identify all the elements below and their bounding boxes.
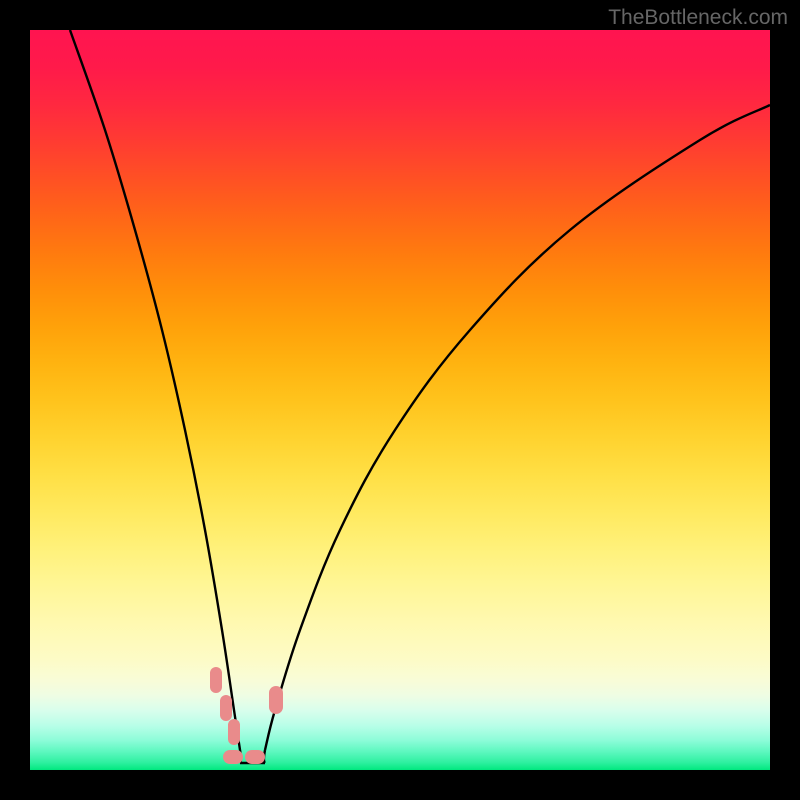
marker-2 <box>228 719 240 745</box>
curve-left-branch <box>70 30 240 750</box>
marker-5 <box>269 686 283 714</box>
curve-markers <box>210 667 283 764</box>
bottleneck-curve <box>70 30 770 763</box>
curve-layer <box>30 30 770 770</box>
marker-4 <box>245 750 265 764</box>
plot-area <box>30 30 770 770</box>
curve-right-branch <box>265 105 770 750</box>
marker-3 <box>223 750 243 764</box>
marker-0 <box>210 667 222 693</box>
watermark-text: TheBottleneck.com <box>608 6 788 30</box>
marker-1 <box>220 695 232 721</box>
